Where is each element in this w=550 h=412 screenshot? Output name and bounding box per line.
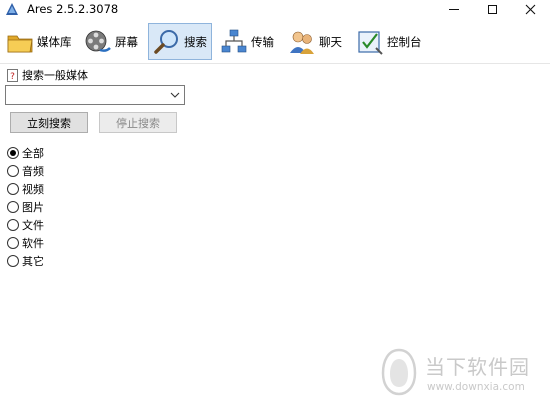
watermark: 当下软件园 www.downxia.com <box>380 345 550 407</box>
minimize-icon <box>449 9 459 10</box>
tab-transfer[interactable]: 传输 <box>216 23 280 60</box>
radio-button[interactable] <box>7 147 19 159</box>
radio-label: 音频 <box>22 165 44 178</box>
stop-search-button[interactable]: 停止搜索 <box>99 112 177 133</box>
radio-label: 文件 <box>22 219 44 232</box>
radio-button[interactable] <box>7 255 19 267</box>
close-icon <box>525 4 535 15</box>
tab-chat-label: 聊天 <box>319 34 342 49</box>
radio-button[interactable] <box>7 183 19 195</box>
search-panel: ? 搜索一般媒体 立刻搜索 停止搜索 全部 音频 视频 图片 文件 软件 其它 <box>0 65 190 412</box>
radio-option-image[interactable]: 图片 <box>7 198 44 216</box>
radio-button[interactable] <box>7 201 19 213</box>
tab-control-panel-label: 控制台 <box>387 34 422 49</box>
radio-label: 视频 <box>22 183 44 196</box>
main-toolbar: 媒体库 屏幕 搜索 传输 聊天 控制台 <box>0 19 550 64</box>
folder-icon <box>7 35 33 52</box>
search-header: ? 搜索一般媒体 <box>7 68 88 82</box>
search-query-input[interactable] <box>8 87 166 103</box>
tab-screen-label: 屏幕 <box>115 34 138 49</box>
radio-label: 软件 <box>22 237 44 250</box>
watermark-url: www.downxia.com <box>427 381 525 393</box>
radio-button[interactable] <box>7 237 19 249</box>
tab-transfer-label: 传输 <box>251 34 274 49</box>
help-icon: ? <box>7 68 18 82</box>
radio-label: 其它 <box>22 255 44 268</box>
radio-option-software[interactable]: 软件 <box>7 234 44 252</box>
radio-label: 图片 <box>22 201 44 214</box>
tab-screen[interactable]: 屏幕 <box>80 23 144 60</box>
search-now-button[interactable]: 立刻搜索 <box>10 112 88 133</box>
radio-option-video[interactable]: 视频 <box>7 180 44 198</box>
tab-search[interactable]: 搜索 <box>148 23 212 60</box>
minimize-button[interactable] <box>435 0 473 19</box>
radio-button[interactable] <box>7 219 19 231</box>
window-title: Ares 2.5.2.3078 <box>27 2 119 16</box>
film-reel-icon <box>85 30 111 52</box>
maximize-icon <box>487 5 497 14</box>
media-type-radio-group: 全部 音频 视频 图片 文件 软件 其它 <box>7 144 44 270</box>
search-query-combobox[interactable] <box>5 85 185 105</box>
title-bar: Ares 2.5.2.3078 <box>0 0 550 19</box>
magnifier-icon <box>154 29 178 54</box>
control-panel-icon <box>358 30 383 55</box>
close-button[interactable] <box>511 0 549 19</box>
downxia-logo-icon <box>381 348 417 396</box>
radio-option-other[interactable]: 其它 <box>7 252 44 270</box>
svg-text:?: ? <box>10 72 15 82</box>
tab-chat[interactable]: 聊天 <box>284 23 348 60</box>
tab-control-panel[interactable]: 控制台 <box>352 23 430 60</box>
radio-option-audio[interactable]: 音频 <box>7 162 44 180</box>
search-header-label: 搜索一般媒体 <box>22 69 88 82</box>
radio-option-document[interactable]: 文件 <box>7 216 44 234</box>
chat-people-icon <box>290 31 314 54</box>
radio-button[interactable] <box>7 165 19 177</box>
maximize-button[interactable] <box>473 0 511 19</box>
tab-search-label: 搜索 <box>184 34 207 49</box>
radio-option-all[interactable]: 全部 <box>7 144 44 162</box>
tab-media-library[interactable]: 媒体库 <box>2 23 78 60</box>
radio-label: 全部 <box>22 147 44 160</box>
chevron-down-icon[interactable] <box>168 87 182 103</box>
network-transfer-icon <box>221 29 247 52</box>
ares-app-icon <box>6 3 18 15</box>
watermark-brand: 当下软件园 <box>425 355 530 379</box>
tab-media-library-label: 媒体库 <box>37 34 72 49</box>
